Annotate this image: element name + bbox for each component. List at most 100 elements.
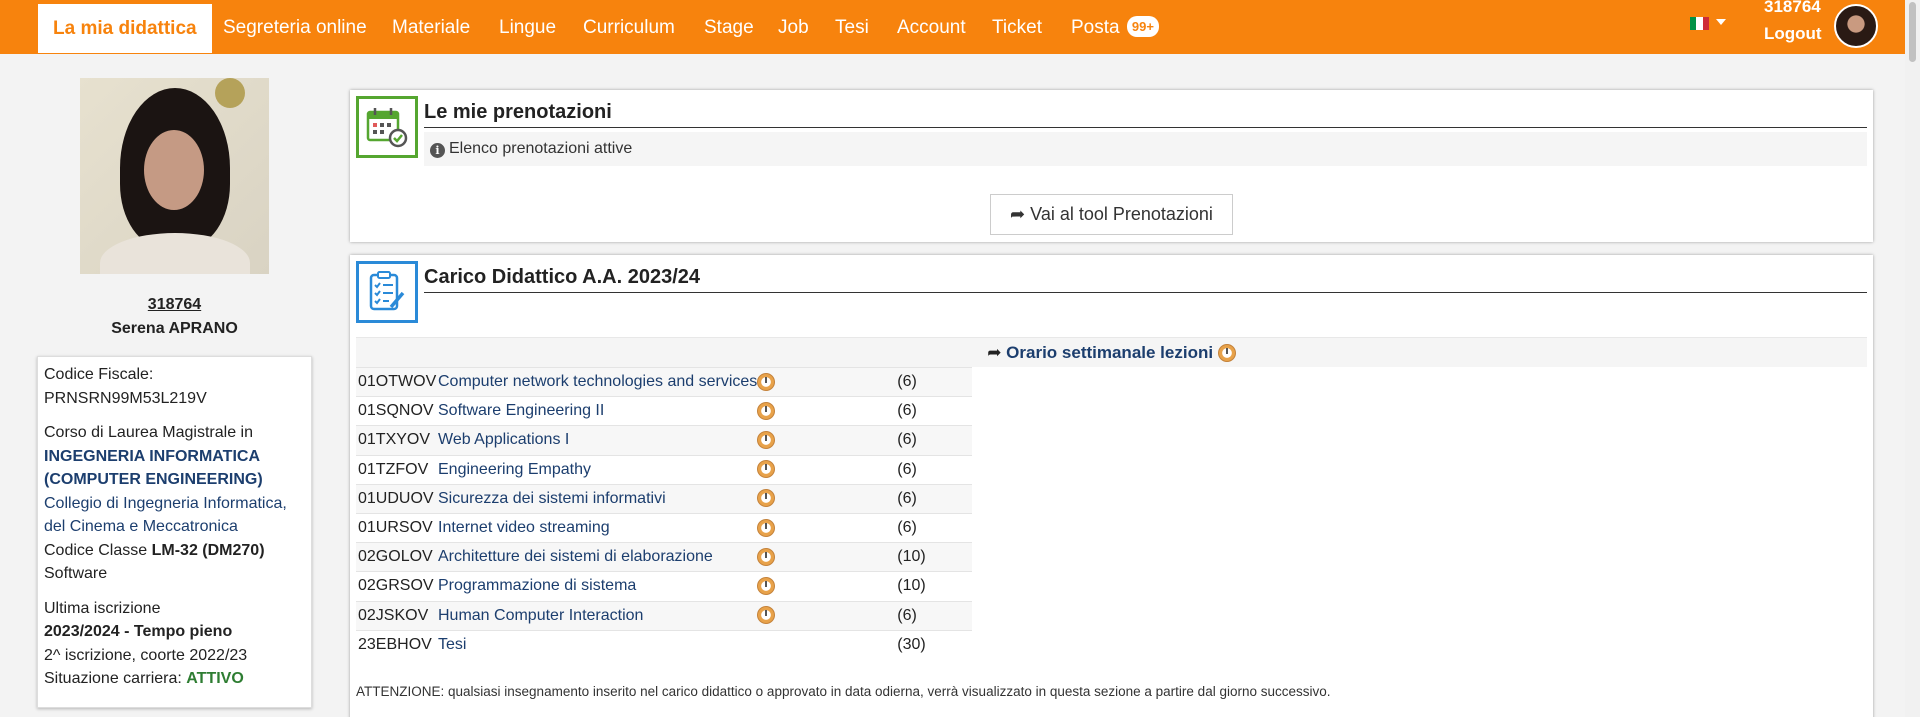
course-code: 01UDUOV xyxy=(356,483,438,514)
course-schedule-cell xyxy=(757,483,898,514)
course-cfu: (6) xyxy=(897,512,973,543)
course-code: 01TXYOV xyxy=(356,425,438,456)
student-info-box: Codice Fiscale: PRNSRN99M53L219V Corso d… xyxy=(37,356,312,708)
course-name-link[interactable]: Engineering Empathy xyxy=(438,454,758,485)
logout-link[interactable]: Logout xyxy=(1764,24,1822,44)
share-arrow-icon: ➦ xyxy=(1010,204,1026,224)
nav-job[interactable]: Job xyxy=(778,0,809,54)
course-name-link[interactable]: Architetture dei sistemi di elaborazione xyxy=(438,542,758,572)
language-dropdown-caret-icon[interactable] xyxy=(1716,19,1726,25)
clock-icon[interactable] xyxy=(757,372,776,391)
course-schedule-cell xyxy=(757,425,898,456)
course-row: 01TZFOV Engineering Empathy (6) xyxy=(356,454,973,485)
attenzione-note: ATTENZIONE: qualsiasi insegnamento inser… xyxy=(356,684,1331,699)
nav-materiale[interactable]: Materiale xyxy=(392,0,470,54)
italy-flag-icon[interactable] xyxy=(1690,17,1709,30)
user-avatar[interactable] xyxy=(1834,4,1878,48)
codice-classe: Codice Classe LM-32 (DM270) xyxy=(44,541,265,559)
course-code: 02GRSOV xyxy=(356,571,438,601)
nav-curriculum[interactable]: Curriculum xyxy=(583,0,675,54)
course-name-link[interactable]: Programmazione di sistema xyxy=(438,571,758,601)
clock-icon[interactable] xyxy=(757,460,776,479)
nav-segreteria-online[interactable]: Segreteria online xyxy=(223,0,367,54)
course-code: 02JSKOV xyxy=(356,600,438,631)
nav-tesi[interactable]: Tesi xyxy=(835,0,869,54)
course-row: 01OTWOV Computer network technologies and… xyxy=(356,366,973,397)
nav-la-mia-didattica[interactable]: La mia didattica xyxy=(38,4,212,53)
course-schedule-cell xyxy=(757,542,898,572)
prenotazioni-panel: Le mie prenotazioni i Elenco prenotazioni… xyxy=(350,90,1873,242)
course-cfu: (6) xyxy=(897,600,973,631)
course-name-link[interactable]: Computer network technologies and servic… xyxy=(438,366,758,397)
course-row: 01URSOV Internet video streaming (6) xyxy=(356,512,973,543)
tool-button-label: Vai al tool Prenotazioni xyxy=(1030,204,1213,224)
course-row: 01TXYOV Web Applications I (6) xyxy=(356,425,973,456)
scrollbar-thumb[interactable] xyxy=(1909,2,1916,62)
course-schedule-cell xyxy=(757,571,898,601)
course-code: 23EBHOV xyxy=(356,629,438,660)
info-icon: i xyxy=(430,143,445,158)
course-schedule-cell xyxy=(757,366,898,397)
top-navbar: La mia didattica Segreteria online Mater… xyxy=(0,0,1920,54)
clock-icon[interactable] xyxy=(757,518,776,537)
clock-icon[interactable] xyxy=(757,401,776,420)
nav-posta-label: Posta xyxy=(1071,17,1120,38)
student-matricola[interactable]: 318764 xyxy=(0,296,349,314)
nav-account[interactable]: Account xyxy=(897,0,966,54)
nav-ticket[interactable]: Ticket xyxy=(992,0,1042,54)
iscrizione-label: Ultima iscrizione xyxy=(44,599,161,617)
course-table: 01OTWOV Computer network technologies and… xyxy=(356,366,973,660)
course-cfu: (10) xyxy=(897,571,973,601)
clock-icon[interactable] xyxy=(1217,344,1236,362)
prenotazioni-subtitle: Elenco prenotazioni attive xyxy=(449,140,633,157)
course-code: 01OTWOV xyxy=(356,366,438,397)
prenotazioni-title: Le mie prenotazioni xyxy=(424,98,1867,128)
vai-al-tool-prenotazioni-button[interactable]: ➦ Vai al tool Prenotazioni xyxy=(990,194,1233,235)
situazione-carriera: Situazione carriera: ATTIVO xyxy=(44,670,244,687)
course-cfu: (6) xyxy=(897,454,973,485)
codice-fiscale-value: PRNSRN99M53L219V xyxy=(44,389,207,407)
carico-didattico-title: Carico Didattico A.A. 2023/24 xyxy=(424,263,1867,293)
course-row: 01UDUOV Sicurezza dei sistemi informativi… xyxy=(356,483,973,514)
coorte: 2^ iscrizione, coorte 2022/23 xyxy=(44,646,248,664)
course-name-link[interactable]: Human Computer Interaction xyxy=(438,600,758,631)
nav-lingue[interactable]: Lingue xyxy=(499,0,556,54)
classe-extra: Software xyxy=(44,565,108,582)
course-code: 01SQNOV xyxy=(356,396,438,426)
course-code: 01URSOV xyxy=(356,512,438,543)
share-arrow-icon: ➦ xyxy=(987,343,1002,362)
clock-icon[interactable] xyxy=(757,430,776,449)
course-row: 02GOLOV Architetture dei sistemi di elabo… xyxy=(356,542,973,572)
course-code: 01TZFOV xyxy=(356,454,438,485)
iscrizione-value: 2023/2024 - Tempo pieno xyxy=(44,623,233,640)
page-scrollbar[interactable] xyxy=(1905,0,1920,717)
clock-icon[interactable] xyxy=(757,576,776,595)
student-photo xyxy=(80,78,269,274)
nav-posta[interactable]: Posta 99+ xyxy=(1071,0,1159,54)
clock-icon[interactable] xyxy=(757,547,776,566)
orario-settimanale-row[interactable]: ➦ Orario settimanale lezioni xyxy=(356,337,1867,367)
course-cfu: (6) xyxy=(897,483,973,514)
clock-icon[interactable] xyxy=(757,606,776,625)
calendar-check-icon xyxy=(356,96,418,158)
course-name-link[interactable]: Tesi xyxy=(438,629,758,660)
corso-label: Corso di Laurea Magistrale in xyxy=(44,424,253,441)
course-row: 02GRSOV Programmazione di sistema (10) xyxy=(356,571,973,601)
carriera-status-badge: ATTIVO xyxy=(186,670,244,687)
course-cfu: (10) xyxy=(897,542,973,572)
nav-stage[interactable]: Stage xyxy=(704,0,754,54)
course-cfu: (6) xyxy=(897,366,973,397)
course-cfu: (6) xyxy=(897,396,973,426)
course-name-link[interactable]: Web Applications I xyxy=(438,425,758,456)
header-user-id: 318764 xyxy=(1764,0,1821,16)
orario-settimanale-link[interactable]: Orario settimanale lezioni xyxy=(1006,343,1213,362)
course-schedule-cell xyxy=(757,396,898,426)
mail-count-badge: 99+ xyxy=(1126,16,1159,37)
carico-didattico-panel: Carico Didattico A.A. 2023/24 ➦ Orario s… xyxy=(350,255,1873,717)
course-code: 02GOLOV xyxy=(356,542,438,572)
course-name-link[interactable]: Internet video streaming xyxy=(438,512,758,543)
course-name-link[interactable]: Software Engineering II xyxy=(438,396,758,426)
clock-icon[interactable] xyxy=(757,489,776,508)
course-cfu: (6) xyxy=(897,425,973,456)
course-name-link[interactable]: Sicurezza dei sistemi informativi xyxy=(438,483,758,514)
